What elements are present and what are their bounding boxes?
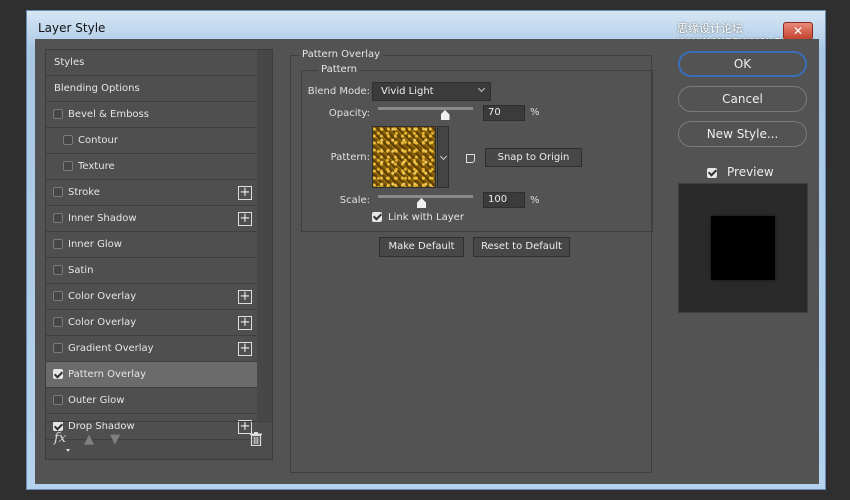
new-style-button[interactable]: New Style... xyxy=(678,121,807,147)
style-item-outer-glow[interactable]: Outer Glow xyxy=(46,388,257,414)
style-item-label: Satin xyxy=(68,265,94,276)
style-preview xyxy=(678,183,808,313)
group-title: Pattern Overlay xyxy=(299,49,384,60)
style-checkbox[interactable] xyxy=(53,291,63,301)
preview-checkbox[interactable] xyxy=(707,168,717,178)
style-item-label: Contour xyxy=(78,135,118,146)
ok-button[interactable]: OK xyxy=(678,51,807,77)
style-checkbox[interactable] xyxy=(53,239,63,249)
style-checkbox[interactable] xyxy=(53,395,63,405)
preview-swatch xyxy=(711,216,775,280)
style-checkbox[interactable] xyxy=(63,161,73,171)
style-checkbox[interactable] xyxy=(53,343,63,353)
style-checkbox[interactable] xyxy=(53,369,63,379)
style-checkbox[interactable] xyxy=(53,213,63,223)
link-with-layer-checkbox[interactable] xyxy=(372,212,382,222)
style-item-stroke[interactable]: Stroke + xyxy=(46,180,257,206)
add-effect-icon[interactable]: + xyxy=(238,342,252,356)
style-item-color-overlay[interactable]: Color Overlay + xyxy=(46,310,257,336)
style-checkbox[interactable] xyxy=(53,187,63,197)
style-item-gradient-overlay[interactable]: Gradient Overlay + xyxy=(46,336,257,362)
scale-label: Scale: xyxy=(339,195,370,206)
style-item-color-overlay[interactable]: Color Overlay + xyxy=(46,284,257,310)
move-up-icon[interactable]: ▲ xyxy=(84,432,94,447)
add-effect-icon[interactable]: + xyxy=(238,316,252,330)
style-item-label: Blending Options xyxy=(54,83,140,94)
style-item-pattern-overlay[interactable]: Pattern Overlay xyxy=(46,362,257,388)
move-down-icon[interactable]: ▼ xyxy=(110,432,120,447)
add-effect-icon[interactable]: + xyxy=(238,212,252,226)
style-item-blending-options[interactable]: Blending Options xyxy=(46,76,257,102)
snap-to-origin-button[interactable]: Snap to Origin xyxy=(485,148,582,167)
make-default-button[interactable]: Make Default xyxy=(379,237,464,257)
style-item-contour[interactable]: Contour xyxy=(46,128,257,154)
cancel-button[interactable]: Cancel xyxy=(678,86,807,112)
pattern-picker-dropdown[interactable] xyxy=(437,126,449,188)
preview-label: Preview xyxy=(727,165,774,179)
style-checkbox[interactable] xyxy=(53,109,63,119)
styles-scrollbar[interactable] xyxy=(257,50,272,420)
styles-list: Styles Blending Options Bevel & Emboss Cont… xyxy=(46,50,257,440)
style-checkbox[interactable] xyxy=(63,135,73,145)
style-item-satin[interactable]: Satin xyxy=(46,258,257,284)
layer-style-dialog: Layer Style 思缘设计论坛 WWW.MISSYUAN.COM ✕ St… xyxy=(26,10,826,490)
fx-caret-icon xyxy=(66,449,70,452)
style-item-texture[interactable]: Texture xyxy=(46,154,257,180)
pattern-subgroup: Pattern Blend Mode: Vivid Light Opacity:… xyxy=(301,64,653,232)
style-checkbox[interactable] xyxy=(53,265,63,275)
style-item-label: Bevel & Emboss xyxy=(68,109,149,120)
add-effect-icon[interactable]: + xyxy=(238,186,252,200)
scale-input[interactable]: 100 xyxy=(483,192,525,208)
dialog-body: Styles Blending Options Bevel & Emboss Cont… xyxy=(35,39,819,484)
style-item-inner-glow[interactable]: Inner Glow xyxy=(46,232,257,258)
pattern-overlay-group: Pattern Overlay Pattern Blend Mode: Vivi… xyxy=(290,49,653,473)
chevron-down-icon xyxy=(477,84,486,93)
pattern-label: Pattern: xyxy=(330,152,370,163)
style-item-label: Texture xyxy=(78,161,115,172)
scale-percent: % xyxy=(530,195,540,206)
pattern-swatch[interactable] xyxy=(372,126,436,188)
style-item-label: Stroke xyxy=(68,187,100,198)
blend-mode-select[interactable]: Vivid Light xyxy=(372,82,491,101)
reset-to-default-button[interactable]: Reset to Default xyxy=(473,237,570,257)
style-item-label: Color Overlay xyxy=(68,317,137,328)
link-with-layer-label: Link with Layer xyxy=(388,212,464,223)
new-preset-icon[interactable] xyxy=(466,154,475,163)
styles-footer: fx ▲ ▼ xyxy=(46,421,272,459)
opacity-input[interactable]: 70 xyxy=(483,105,525,121)
scale-slider-thumb[interactable] xyxy=(417,198,426,208)
scale-slider-track[interactable] xyxy=(378,195,473,198)
style-item-label: Color Overlay xyxy=(68,291,137,302)
opacity-percent: % xyxy=(530,107,540,118)
styles-panel: Styles Blending Options Bevel & Emboss Cont… xyxy=(45,49,273,460)
blend-mode-value: Vivid Light xyxy=(381,86,434,97)
style-item-label: Pattern Overlay xyxy=(68,369,147,380)
subgroup-title: Pattern xyxy=(318,64,360,75)
trash-icon[interactable] xyxy=(250,432,262,446)
style-item-label: Gradient Overlay xyxy=(68,343,154,354)
style-checkbox[interactable] xyxy=(53,317,63,327)
style-item-inner-shadow[interactable]: Inner Shadow + xyxy=(46,206,257,232)
opacity-slider-thumb[interactable] xyxy=(440,110,450,120)
blend-mode-label: Blend Mode: xyxy=(307,86,370,97)
style-item-styles[interactable]: Styles xyxy=(46,50,257,76)
add-effect-icon[interactable]: + xyxy=(238,290,252,304)
style-item-bevel-emboss[interactable]: Bevel & Emboss xyxy=(46,102,257,128)
close-button[interactable]: ✕ xyxy=(783,22,813,40)
style-item-label: Outer Glow xyxy=(68,395,125,406)
style-item-label: Inner Shadow xyxy=(68,213,137,224)
opacity-label: Opacity: xyxy=(328,108,370,119)
dialog-title: Layer Style xyxy=(38,21,106,35)
fx-menu-button[interactable]: fx xyxy=(54,431,66,446)
opacity-slider-track[interactable] xyxy=(378,107,473,110)
style-item-label: Inner Glow xyxy=(68,239,122,250)
chevron-down-icon xyxy=(439,152,448,161)
style-item-label: Styles xyxy=(54,57,85,68)
